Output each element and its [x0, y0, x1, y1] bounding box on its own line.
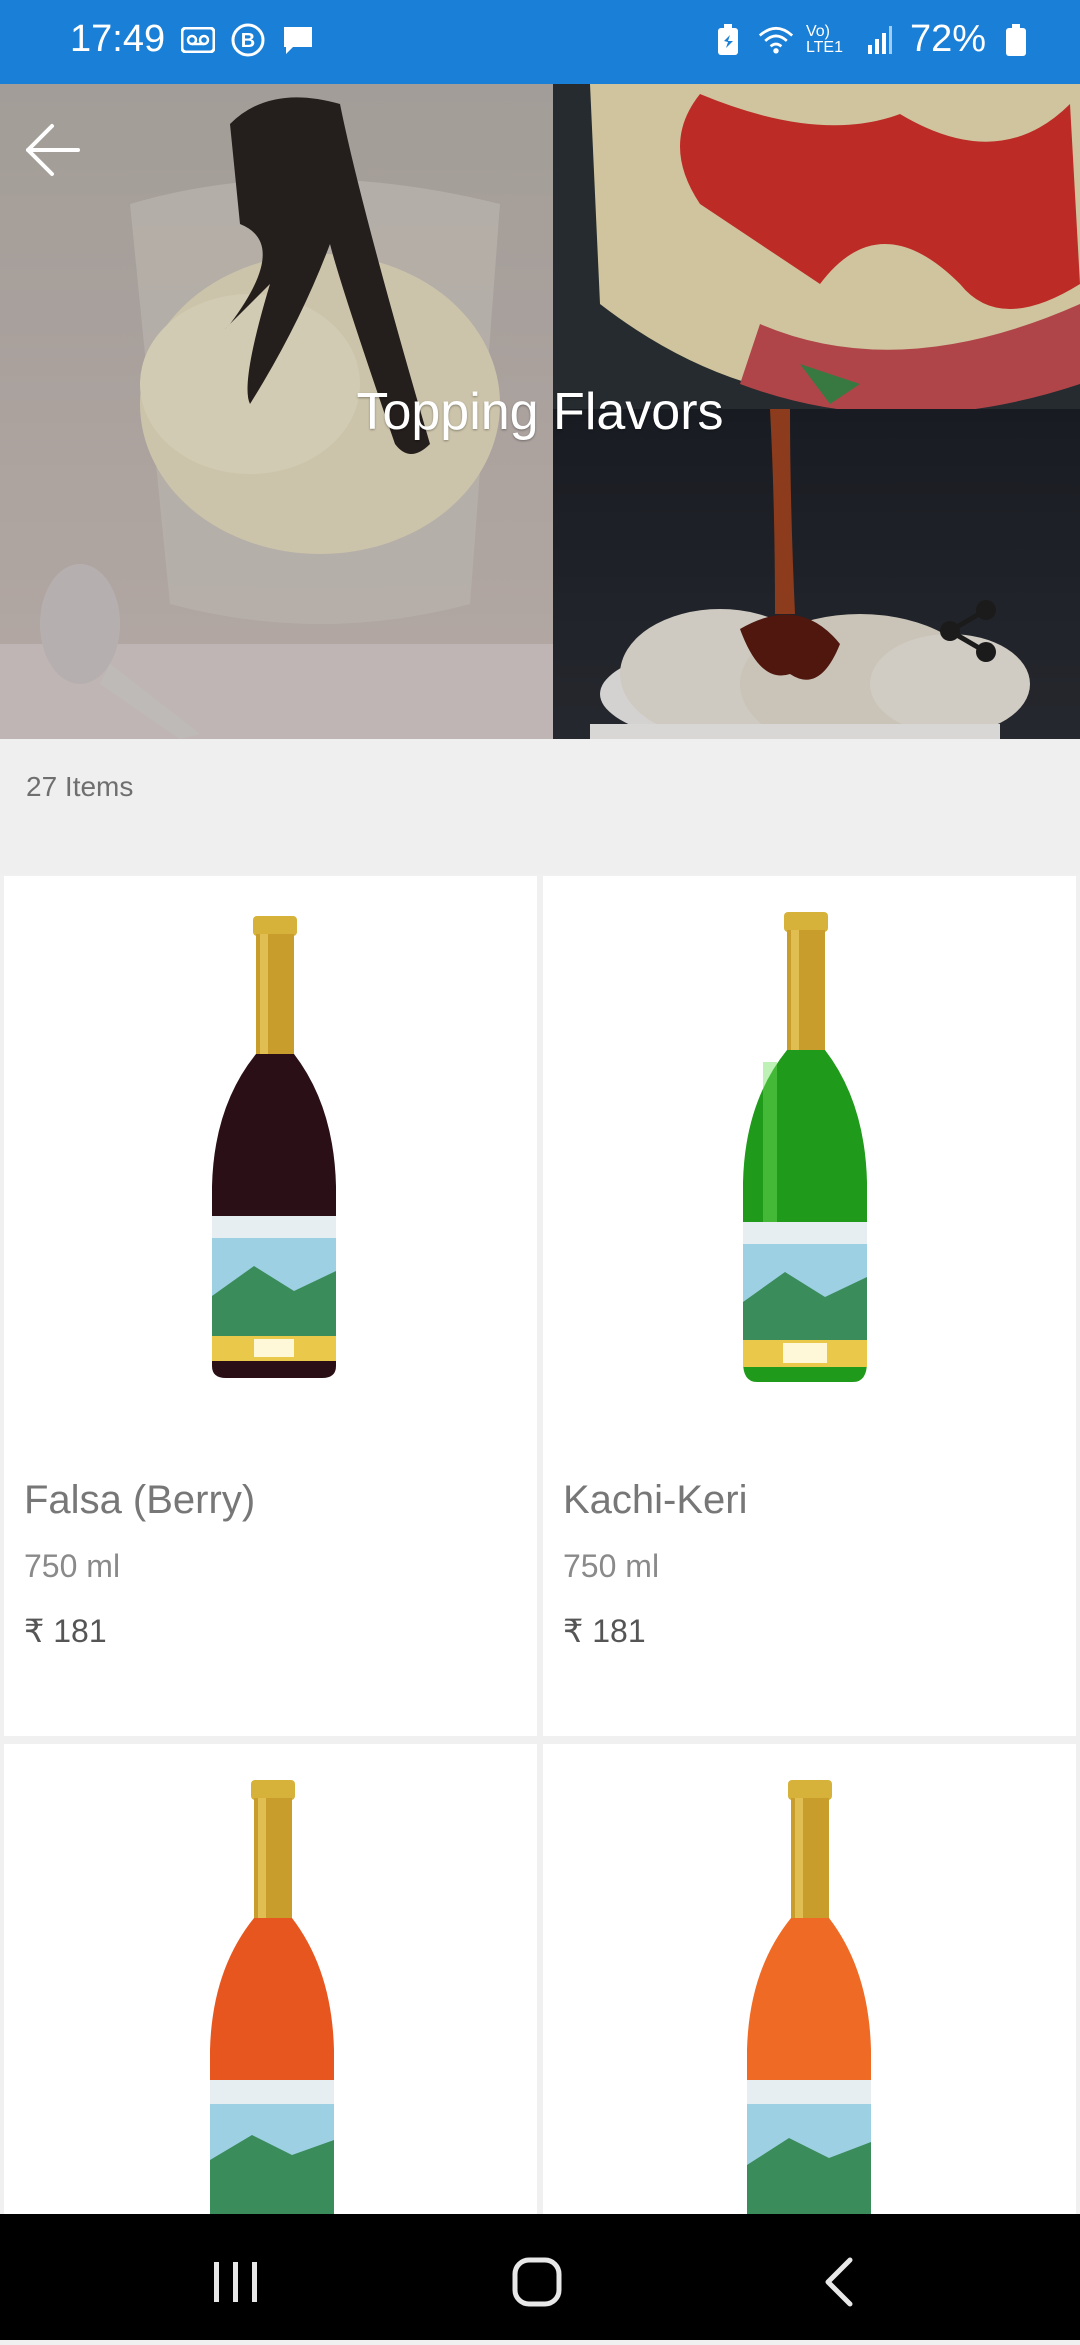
notification-icons: B: [180, 22, 316, 58]
product-card[interactable]: [4, 1744, 537, 2260]
product-card[interactable]: Falsa (Berry) 750 ml ₹ 181: [4, 876, 537, 1736]
product-card[interactable]: Kachi-Keri 750 ml ₹ 181: [543, 876, 1076, 1736]
product-price: ₹ 181: [24, 1613, 107, 1649]
product-size: 750 ml: [24, 1548, 121, 1584]
back-button[interactable]: [22, 120, 82, 180]
product-image: [743, 912, 867, 1382]
product-image: [747, 1780, 871, 2260]
battery-icon: [998, 22, 1034, 58]
product-card[interactable]: [543, 1744, 1076, 2260]
recent-apps-icon: [214, 2262, 219, 2302]
items-count: 27 Items: [26, 771, 134, 802]
network-label: Vo) LTE1: [805, 22, 843, 56]
system-nav-bar: [0, 2214, 1080, 2340]
product-size: 750 ml: [563, 1548, 660, 1584]
signal-icon: [862, 22, 898, 58]
status-right: Vo) LTE1 72%: [710, 18, 1034, 61]
home-button[interactable]: [512, 2257, 562, 2307]
product-price: ₹ 181: [563, 1613, 646, 1649]
battery-percent: 72%: [909, 18, 986, 60]
product-image: [210, 1780, 334, 2260]
arrow-left-icon: [26, 124, 80, 176]
product-name: Falsa (Berry): [24, 1478, 256, 1522]
b-badge-icon: B: [230, 22, 266, 58]
voicemail-icon: [180, 22, 216, 58]
battery-saver-icon: [710, 22, 746, 58]
product-name: Kachi-Keri: [563, 1478, 748, 1522]
status-time: 17:49: [70, 18, 166, 60]
share-button[interactable]: [934, 596, 1004, 666]
recent-apps-button[interactable]: [214, 2262, 257, 2302]
message-icon: [280, 22, 316, 58]
items-count-bar: 27 Items: [0, 739, 1080, 874]
svg-text:B: B: [241, 30, 255, 52]
wifi-icon: [758, 22, 794, 58]
status-bar: 17:49 B Vo) LTE1 72%: [0, 0, 1080, 84]
chevron-left-icon: [825, 2257, 853, 2307]
home-icon: [512, 2257, 562, 2307]
share-icon: [940, 600, 996, 662]
product-grid: Falsa (Berry) 750 ml ₹ 181 Kachi-Keri 75…: [0, 874, 1080, 2260]
back-nav-button[interactable]: [825, 2257, 853, 2307]
page-title: Topping Flavors: [356, 383, 724, 441]
product-image: [212, 916, 336, 1378]
